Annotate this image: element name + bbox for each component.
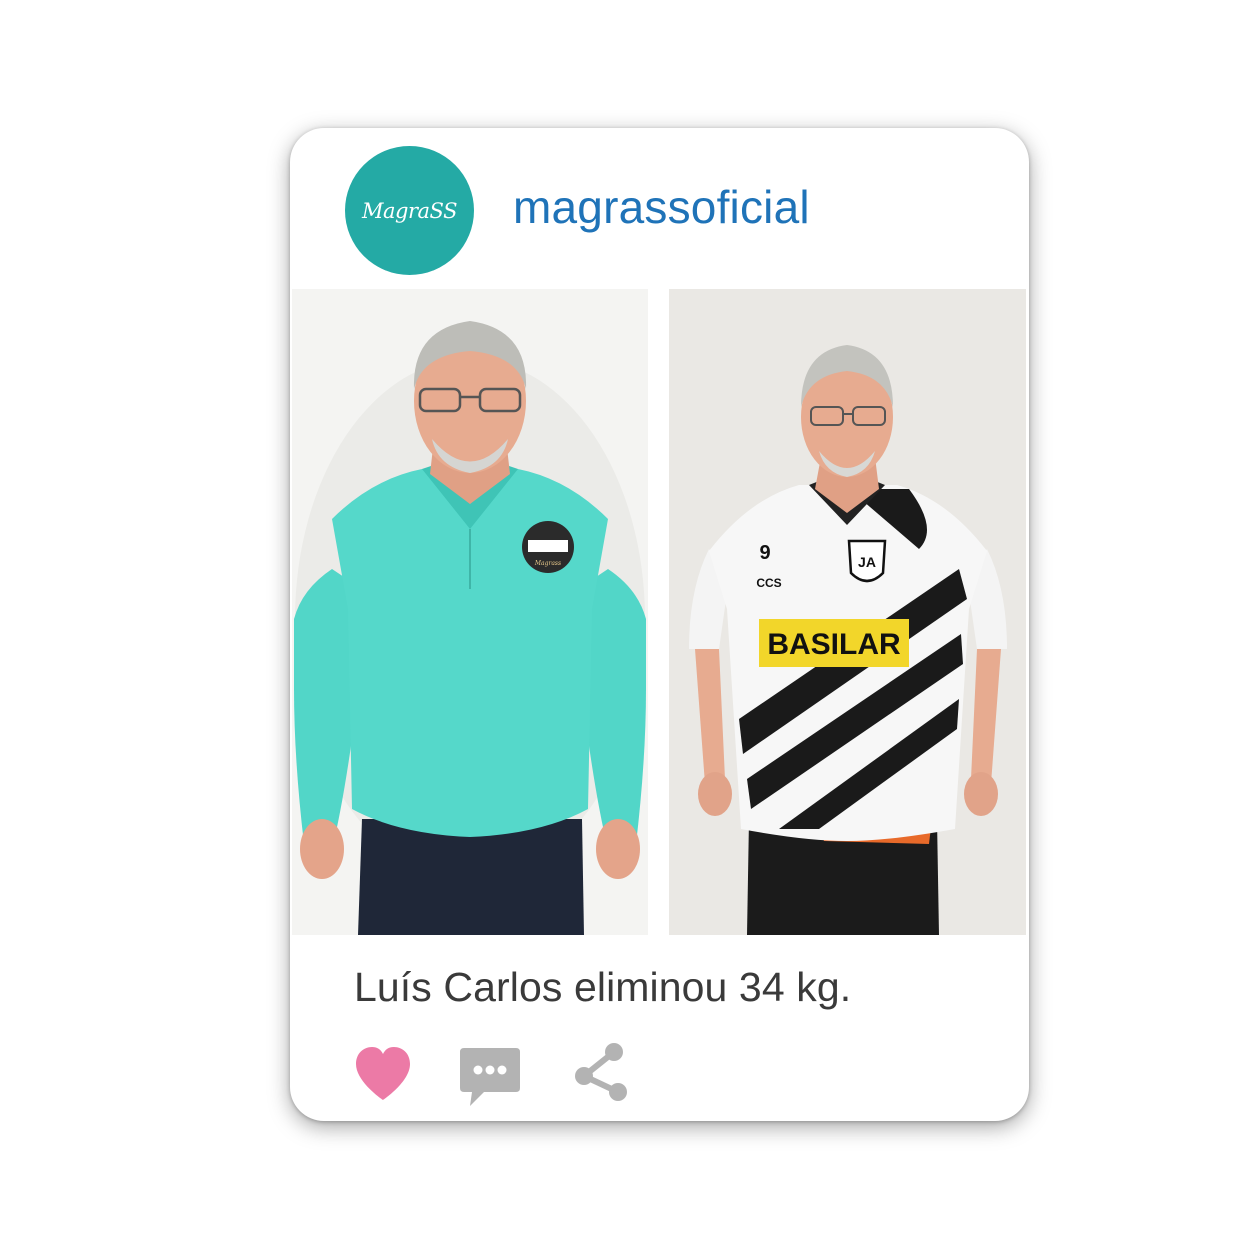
share-icon <box>575 1043 627 1101</box>
jersey-crest: JA <box>858 554 876 570</box>
jersey-brand: CCS <box>756 576 781 590</box>
heart-icon <box>356 1047 410 1100</box>
after-photo[interactable]: BASILAR 9 CCS JA <box>669 289 1026 935</box>
username[interactable]: magrassoficial <box>513 180 810 234</box>
canvas: MagraSS magrassoficial Magrass BASILAR 9… <box>0 0 1259 1251</box>
avatar[interactable]: MagraSS <box>345 146 474 275</box>
like-button[interactable] <box>352 1040 414 1112</box>
post-header: MagraSS magrassoficial <box>290 128 1029 288</box>
after-photo-image: BASILAR 9 CCS JA <box>669 289 1026 935</box>
before-photo-image: Magrass <box>292 289 648 935</box>
badge-text: Magrass <box>534 560 561 567</box>
jersey-sponsor: BASILAR <box>767 628 901 661</box>
share-button[interactable] <box>570 1040 634 1112</box>
before-photo[interactable]: Magrass <box>292 289 648 935</box>
comment-icon <box>460 1048 520 1106</box>
jersey-number: 9 <box>759 542 770 564</box>
post-card: MagraSS magrassoficial Magrass BASILAR 9… <box>290 128 1029 1121</box>
post-caption: Luís Carlos eliminou 34 kg. <box>354 964 852 1010</box>
magrass-logo: MagraSS <box>362 198 457 223</box>
comment-button[interactable] <box>458 1040 522 1112</box>
